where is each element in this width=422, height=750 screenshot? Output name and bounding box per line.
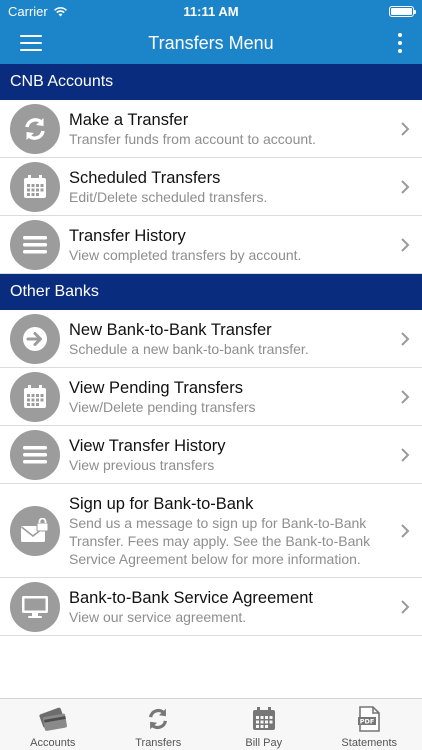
menu-item-make-transfer[interactable]: Make a Transfer Transfer funds from acco…: [0, 100, 422, 158]
menu-item-sign-up-bank-to-bank[interactable]: Sign up for Bank-to-Bank Send us a messa…: [0, 484, 422, 578]
menu-item-transfer-history[interactable]: Transfer History View completed transfer…: [0, 216, 422, 274]
hamburger-menu-icon[interactable]: [20, 35, 42, 51]
menu-item-subtitle: Transfer funds from account to account.: [69, 130, 316, 147]
menu-item-subtitle: Send us a message to sign up for Bank-to…: [69, 514, 371, 567]
chevron-right-icon: [401, 331, 410, 346]
menu-item-new-bank-to-bank-transfer[interactable]: New Bank-to-Bank Transfer Schedule a new…: [0, 310, 422, 368]
svg-text:PDF: PDF: [360, 718, 375, 726]
tab-label: Bill Pay: [245, 737, 283, 749]
tab-accounts[interactable]: Accounts: [0, 699, 106, 750]
menu-item-title: View Pending Transfers: [69, 378, 243, 397]
menu-item-title: Sign up for Bank-to-Bank: [69, 494, 254, 513]
battery-icon: [389, 5, 416, 17]
chevron-right-icon: [401, 523, 410, 538]
chevron-right-icon: [401, 447, 410, 462]
list-icon: [10, 429, 60, 480]
chevron-right-icon: [401, 237, 410, 252]
menu-item-subtitle: Edit/Delete scheduled transfers.: [69, 188, 268, 205]
menu-item-title: View Transfer History: [69, 436, 226, 455]
tab-bar: Accounts Transfers Bill Pay PDF Statemen…: [0, 698, 422, 750]
calendar-icon: [10, 161, 60, 212]
refresh-icon: [10, 103, 60, 154]
tab-label: Accounts: [30, 737, 76, 749]
monitor-icon: [10, 581, 60, 632]
tab-statements[interactable]: PDF Statements: [317, 699, 422, 750]
calendar-icon: [10, 371, 60, 422]
tab-label: Transfers: [135, 737, 182, 749]
chevron-right-icon: [401, 599, 410, 614]
menu-item-bank-to-bank-service-agreement[interactable]: Bank-to-Bank Service Agreement View our …: [0, 578, 422, 636]
tab-transfers[interactable]: Transfers: [106, 699, 212, 750]
menu-item-subtitle: View completed transfers by account.: [69, 246, 302, 263]
menu-item-view-pending-transfers[interactable]: View Pending Transfers View/Delete pendi…: [0, 368, 422, 426]
status-bar: Carrier 11:11 AM: [0, 0, 422, 22]
menu-item-scheduled-transfers[interactable]: Scheduled Transfers Edit/Delete schedule…: [0, 158, 422, 216]
menu-item-title: Make a Transfer: [69, 110, 189, 129]
arrow-right-icon: [10, 313, 60, 364]
calendar-icon: [249, 705, 279, 733]
more-options-icon[interactable]: [396, 33, 404, 53]
chevron-right-icon: [401, 389, 410, 404]
section-header-cnb-accounts: CNB Accounts: [0, 64, 422, 100]
pdf-icon: PDF: [354, 705, 384, 733]
menu-item-title: New Bank-to-Bank Transfer: [69, 320, 272, 339]
menu-item-subtitle: Schedule a new bank-to-bank transfer.: [69, 340, 309, 357]
nav-bar: Transfers Menu: [0, 22, 422, 64]
section-header-other-banks: Other Banks: [0, 274, 422, 310]
chevron-right-icon: [401, 179, 410, 194]
tab-label: Statements: [341, 737, 398, 749]
wifi-icon: [53, 6, 67, 16]
refresh-icon: [143, 705, 173, 733]
tab-bill-pay[interactable]: Bill Pay: [211, 699, 317, 750]
chevron-right-icon: [401, 121, 410, 136]
menu-item-subtitle: View/Delete pending transfers: [69, 398, 256, 415]
menu-item-title: Scheduled Transfers: [69, 168, 221, 187]
menu-item-subtitle: View previous transfers: [69, 456, 215, 473]
cards-icon: [38, 705, 68, 733]
list-icon: [10, 219, 60, 270]
page-title: Transfers Menu: [148, 32, 274, 53]
carrier-label: Carrier: [8, 3, 48, 19]
menu-item-title: Bank-to-Bank Service Agreement: [69, 588, 313, 607]
menu-item-title: Transfer History: [69, 226, 186, 245]
menu-item-subtitle: View our service agreement.: [69, 608, 247, 625]
menu-item-view-transfer-history[interactable]: View Transfer History View previous tran…: [0, 426, 422, 484]
mail-lock-icon: [10, 505, 60, 556]
